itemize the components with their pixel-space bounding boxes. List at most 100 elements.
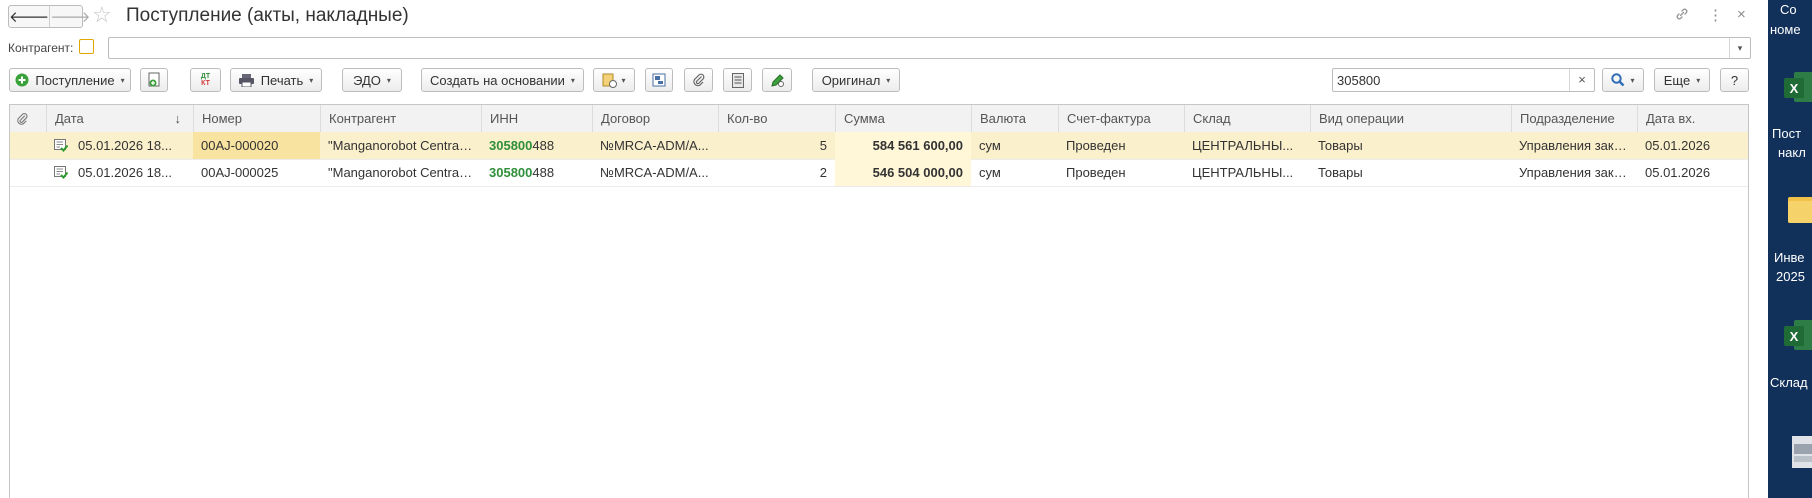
attachment-column-icon[interactable] xyxy=(10,105,46,132)
cell-contract: №MRCA-ADM/A... xyxy=(600,165,709,180)
col-date-in[interactable]: Дата вх. xyxy=(1637,105,1748,132)
contragent-field[interactable]: ▾ xyxy=(108,37,1751,59)
report-icon xyxy=(731,72,744,88)
cell-number: 00AJ-000020 xyxy=(193,132,320,159)
dt-kt-icon: ДТ КТ xyxy=(200,73,211,87)
desktop-item-label[interactable]: Со xyxy=(1780,0,1812,19)
page-title: Поступление (акты, накладные) xyxy=(126,5,409,26)
title-bar: 🡐 🡒 ☆ Поступление (акты, накладные) ⋮ × xyxy=(0,0,1768,32)
col-number[interactable]: Номер xyxy=(193,105,320,132)
cell-warehouse: ЦЕНТРАЛЬНЫ... xyxy=(1192,165,1294,180)
desktop-item-label[interactable]: Пост xyxy=(1772,124,1812,143)
documents-dropdown-button[interactable]: ▾ xyxy=(593,68,635,92)
search-button[interactable]: ▾ xyxy=(1602,68,1644,92)
postuplenie-button[interactable]: Поступление ▾ xyxy=(9,68,131,92)
col-inn[interactable]: ИНН xyxy=(481,105,592,132)
cell-contract: №MRCA-ADM/A... xyxy=(600,138,709,153)
contragent-label: Контрагент: xyxy=(8,41,74,55)
edit-button[interactable] xyxy=(762,68,792,92)
edo-button[interactable]: ЭДО ▾ xyxy=(342,68,402,92)
svg-text:X: X xyxy=(1790,81,1799,96)
col-date[interactable]: Дата ↓ xyxy=(46,105,193,132)
table-header: Дата ↓ Номер Контрагент ИНН Договор Кол-в… xyxy=(10,105,1748,133)
cell-currency: сум xyxy=(979,165,1001,180)
image-file-icon[interactable] xyxy=(1784,434,1812,468)
excel-file-icon[interactable]: X xyxy=(1784,318,1812,352)
close-icon[interactable]: × xyxy=(1737,6,1746,23)
favorite-star-icon[interactable]: ☆ xyxy=(92,3,112,27)
cell-department: Управления заку... xyxy=(1519,165,1630,180)
help-label: ? xyxy=(1730,72,1739,88)
contragent-dropdown-icon[interactable]: ▾ xyxy=(1729,38,1750,58)
cell-qty: 5 xyxy=(819,138,827,153)
cell-inn: 305800488 xyxy=(489,138,555,153)
print-button[interactable]: Печать ▾ xyxy=(230,68,322,92)
report-button[interactable] xyxy=(723,68,752,92)
structure-button[interactable] xyxy=(645,68,673,92)
desktop-item-label[interactable]: номе xyxy=(1770,20,1812,39)
copy-doc-icon xyxy=(148,72,160,87)
col-operation[interactable]: Вид операции xyxy=(1310,105,1511,132)
more-label: Еще xyxy=(1663,72,1691,88)
sort-desc-icon: ↓ xyxy=(174,111,182,126)
col-sum[interactable]: Сумма xyxy=(835,105,971,132)
cell-date-in: 05.01.2026 xyxy=(1645,165,1711,180)
folder-icon[interactable] xyxy=(1784,193,1812,227)
col-currency[interactable]: Валюта xyxy=(971,105,1058,132)
nav-group: 🡐 🡒 xyxy=(8,5,90,28)
cell-date: 05.01.2026 18... xyxy=(78,138,172,153)
col-department[interactable]: Подразделение xyxy=(1511,105,1637,132)
col-contragent[interactable]: Контрагент xyxy=(320,105,481,132)
svg-text:X: X xyxy=(1790,329,1799,344)
cell-operation: Товары xyxy=(1318,165,1363,180)
cell-inn: 305800488 xyxy=(489,165,555,180)
create-based-label: Создать на основании xyxy=(430,72,565,88)
structure-icon xyxy=(652,73,666,87)
search-clear-icon[interactable]: × xyxy=(1569,69,1594,91)
dt-kt-button[interactable]: ДТ КТ xyxy=(190,68,221,92)
help-button[interactable]: ? xyxy=(1720,68,1749,92)
attach-button[interactable] xyxy=(684,68,713,92)
cell-sum: 546 504 000,00 xyxy=(835,159,971,186)
col-invoice[interactable]: Счет-фактура xyxy=(1058,105,1184,132)
excel-file-icon[interactable]: X xyxy=(1784,70,1812,104)
cell-qty: 2 xyxy=(819,165,827,180)
more-vert-icon[interactable]: ⋮ xyxy=(1708,6,1723,24)
documents-table: Дата ↓ Номер Контрагент ИНН Договор Кол-в… xyxy=(9,104,1749,498)
desktop-item-label[interactable]: Склад xyxy=(1770,373,1812,392)
documents-icon xyxy=(602,73,618,88)
original-label: Оригинал xyxy=(821,72,881,88)
original-button[interactable]: Оригинал ▾ xyxy=(812,68,900,92)
copy-doc-button[interactable] xyxy=(140,68,168,92)
cell-date-in: 05.01.2026 xyxy=(1645,138,1711,153)
create-based-button[interactable]: Создать на основании ▾ xyxy=(421,68,584,92)
print-label: Печать xyxy=(260,72,304,88)
desktop-item-label[interactable]: 2025 xyxy=(1776,267,1812,286)
app-window: 🡐 🡒 ☆ Поступление (акты, накладные) ⋮ × … xyxy=(0,0,1768,498)
table-row[interactable]: 05.01.2026 18... 00AJ-000025 "Manganorob… xyxy=(10,159,1748,187)
contragent-checkbox[interactable] xyxy=(79,39,94,54)
link-icon[interactable] xyxy=(1674,6,1690,26)
desktop-item-label[interactable]: Инве xyxy=(1774,248,1812,267)
table-row[interactable]: 05.01.2026 18... 00AJ-000020 "Manganorob… xyxy=(10,132,1748,160)
col-contract[interactable]: Договор xyxy=(592,105,718,132)
edo-label: ЭДО xyxy=(353,72,381,88)
cell-invoice: Проведен xyxy=(1066,138,1126,153)
desktop-strip: Со номе X Пост накл Инве 2025 X Склад xyxy=(1768,0,1812,498)
document-posted-icon xyxy=(54,139,68,152)
search-field[interactable]: × xyxy=(1332,68,1595,92)
more-button[interactable]: Еще ▾ xyxy=(1654,68,1710,92)
search-icon xyxy=(1611,73,1625,87)
desktop-item-label[interactable]: накл xyxy=(1778,143,1812,162)
cell-currency: сум xyxy=(979,138,1001,153)
document-posted-icon xyxy=(54,166,68,179)
forward-button[interactable]: 🡒 xyxy=(49,6,90,27)
back-button[interactable]: 🡐 xyxy=(9,6,49,27)
cell-warehouse: ЦЕНТРАЛЬНЫ... xyxy=(1192,138,1294,153)
cell-department: Управления заку... xyxy=(1519,138,1630,153)
search-input[interactable] xyxy=(1337,71,1562,89)
col-warehouse[interactable]: Склад xyxy=(1184,105,1310,132)
col-qty[interactable]: Кол-во xyxy=(718,105,835,132)
cell-invoice: Проведен xyxy=(1066,165,1126,180)
add-circle-icon xyxy=(15,73,29,87)
